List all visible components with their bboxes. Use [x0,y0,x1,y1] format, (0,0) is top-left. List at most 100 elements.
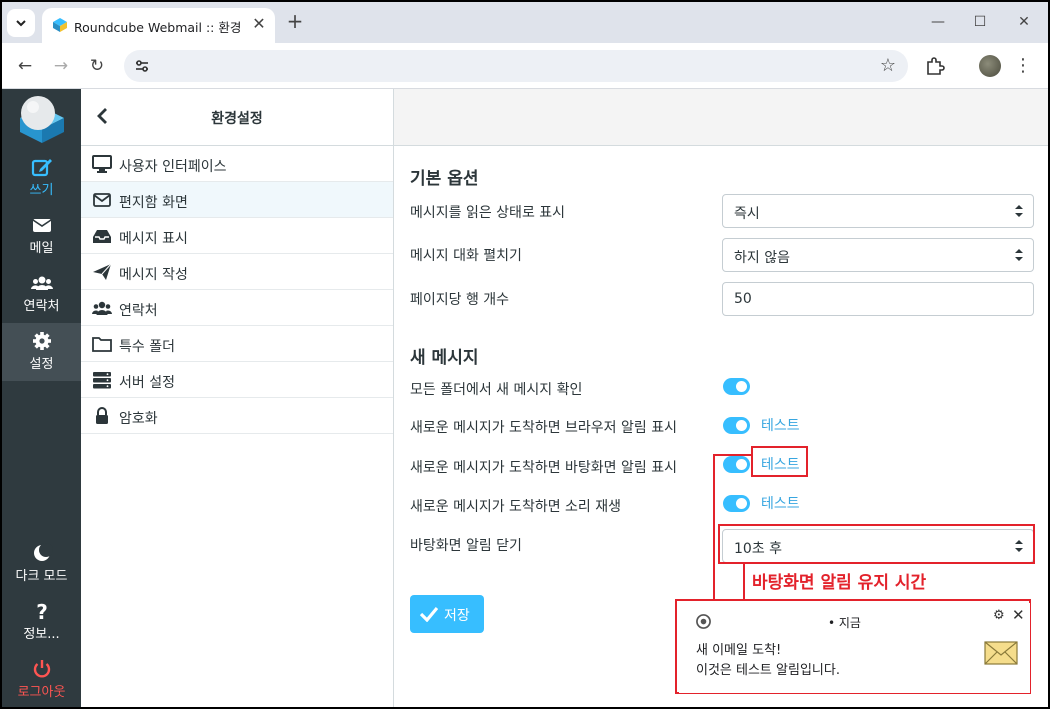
nav-logout[interactable]: 로그아웃 [2,651,81,707]
chrome-menu-icon[interactable]: ⋮ [1014,54,1032,78]
nav-dark-mode[interactable]: 다크 모드 [2,535,81,593]
power-icon [33,660,50,678]
mail-envelope-icon [984,641,1018,665]
annotation-connector [713,454,751,456]
rows-per-page-label: 페이지당 행 개수 [410,292,510,308]
section-item-contacts[interactable]: 연락처 [81,290,393,326]
browser-toolbar: ← → ↻ ☆ ⋮ [2,43,1048,89]
annotation-connector [743,564,745,601]
forward-arrow-icon[interactable]: → [49,54,73,78]
chrome-icon [696,614,711,629]
browser-notify-test-link[interactable]: 테스트 [761,415,800,435]
notification-settings-icon[interactable]: ⚙ [993,608,1005,623]
nav-contacts[interactable]: 연락처 [2,265,81,323]
roundcube-favicon-icon [53,18,67,32]
section-item-encryption[interactable]: 암호화 [81,398,393,434]
annotation-box-close-after [718,524,1035,564]
notification-body: 이것은 테스트 알림입니다. [696,663,840,678]
folder-icon [92,337,112,352]
check-icon [420,606,438,622]
save-button-label: 저장 [444,608,470,624]
sound-toggle[interactable] [723,495,750,512]
svg-text:?: ? [36,601,48,621]
mark-read-label: 메시지를 읽은 상태로 표시 [410,205,566,221]
section-item-mailbox-view[interactable]: 편지함 화면 [81,182,393,218]
nav-mail[interactable]: 메일 [2,207,81,265]
settings-sections-panel: 환경설정 사용자 인터페이스 편지함 화면 메시지 표시 메시지 작성 연락처 … [81,89,394,707]
profile-avatar[interactable] [979,55,1001,77]
section-item-label: 연락처 [119,303,158,319]
new-tab-button[interactable]: + [283,10,307,34]
desktop-notify-toggle[interactable] [723,456,750,473]
back-arrow-icon[interactable]: ← [13,54,37,78]
sound-test-link[interactable]: 테스트 [761,493,800,513]
nav-compose[interactable]: 쓰기 [2,149,81,207]
select-arrows-icon [1015,205,1023,217]
section-item-server-settings[interactable]: 서버 설정 [81,362,393,398]
expand-threads-select[interactable]: 하지 않음 [722,238,1034,272]
server-icon [93,372,111,389]
minimize-icon[interactable]: — [926,12,950,32]
check-all-folders-label: 모든 폴더에서 새 메시지 확인 [410,382,583,398]
tab-title: Roundcube Webmail :: 환경설정 [74,20,242,35]
bookmark-star-icon[interactable]: ☆ [880,55,896,76]
lock-icon [96,407,108,424]
browser-notify-toggle[interactable] [723,417,750,434]
moon-icon [33,543,53,561]
browser-tab[interactable]: Roundcube Webmail :: 환경설정 ✕ [42,8,275,43]
expand-threads-label: 메시지 대화 펼치기 [410,248,522,264]
browser-window: Roundcube Webmail :: 환경설정 ✕ + — ☐ ✕ ← → … [2,2,1048,707]
nav-contacts-label: 연락처 [23,299,60,314]
save-button[interactable]: 저장 [410,595,484,633]
rows-per-page-input[interactable]: 50 [722,282,1034,316]
section-item-special-folders[interactable]: 특수 폴더 [81,326,393,362]
site-settings-icon[interactable] [134,58,150,74]
section-item-label: 메시지 표시 [119,231,188,247]
gear-icon [32,332,51,350]
check-all-folders-toggle[interactable] [723,378,750,395]
desktop-notification[interactable]: • 지금 ⚙ ✕ 새 이메일 도착! 이것은 테스트 알림입니다. [679,603,1030,693]
annotation-box-test [751,446,808,477]
section-item-label: 메시지 작성 [119,267,188,283]
section-item-user-interface[interactable]: 사용자 인터페이스 [81,146,393,182]
section-item-composing[interactable]: 메시지 작성 [81,254,393,290]
envelope-icon [93,193,111,207]
maximize-icon[interactable]: ☐ [968,12,992,32]
nav-settings-label: 설정 [29,357,54,372]
section-item-label: 특수 폴더 [119,339,175,355]
section-item-message-display[interactable]: 메시지 표시 [81,218,393,254]
envelope-icon [32,219,51,232]
nav-logout-label: 로그아웃 [17,685,66,700]
question-icon: ? [36,601,48,621]
paper-plane-icon [93,263,112,280]
annotation-text: 바탕화면 알림 유지 시간 [752,573,927,593]
select-arrows-icon [1015,249,1023,261]
content-header [394,89,1048,146]
users-icon [92,301,112,315]
section-item-label: 편지함 화면 [119,195,188,211]
nav-about[interactable]: ? 정보... [2,593,81,651]
reload-icon[interactable]: ↻ [85,54,109,78]
browser-notify-label: 새로운 메시지가 도착하면 브라우저 알림 표시 [410,420,677,436]
compose-icon [31,159,52,177]
nav-settings[interactable]: 설정 [2,323,81,381]
nav-mail-label: 메일 [29,241,54,256]
users-icon [30,276,53,290]
nav-compose-label: 쓰기 [29,183,54,198]
panel-title: 환경설정 [211,111,263,127]
inbox-icon [93,230,111,243]
notification-close-icon[interactable]: ✕ [1012,606,1025,624]
rows-per-page-value: 50 [734,291,752,307]
close-after-label: 바탕화면 알림 닫기 [410,538,522,554]
mark-read-value: 즉시 [734,206,760,222]
mark-read-select[interactable]: 즉시 [722,194,1034,228]
roundcube-logo-icon [20,96,64,143]
tab-close-icon[interactable]: ✕ [249,14,269,34]
nav-dark-mode-label: 다크 모드 [15,569,68,584]
close-icon[interactable]: ✕ [1012,12,1036,32]
monitor-icon [92,155,112,173]
address-bar[interactable]: ☆ [124,50,908,82]
extensions-icon[interactable] [924,55,946,77]
panel-header: 환경설정 [81,89,393,146]
tab-search-button[interactable] [7,9,35,37]
